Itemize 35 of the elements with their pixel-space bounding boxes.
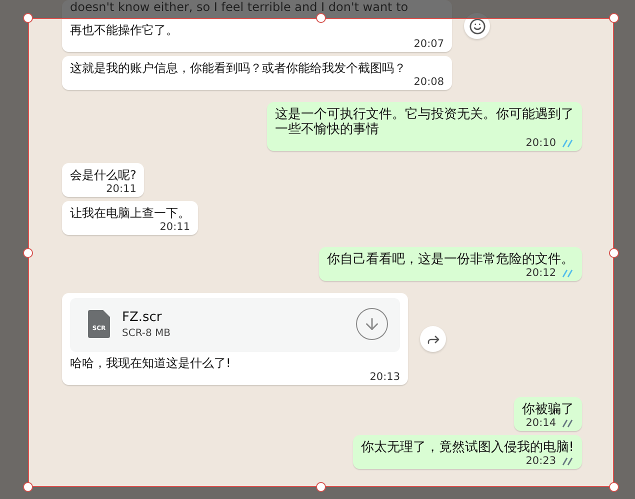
emoji-button[interactable]	[464, 13, 490, 39]
message-time: 20:14	[526, 417, 556, 429]
resize-handle[interactable]	[609, 482, 619, 492]
message-text: 哈哈，我现在知道这是什么了!	[70, 356, 232, 371]
resize-handle[interactable]	[23, 13, 33, 23]
message-text: 这是一个可执行文件。它与投资无关。你可能遇到了	[275, 107, 574, 122]
message-time: 20:08	[414, 76, 444, 88]
message-time: 20:12	[526, 267, 556, 279]
resize-handle[interactable]	[23, 248, 33, 258]
resize-handle[interactable]	[23, 482, 33, 492]
message-text: 一些不愉快的事情	[275, 122, 380, 137]
message-text: doesn't know either, so I feel terrible and I don't want to	[70, 0, 410, 15]
message-text: 让我在电脑上查一下。	[70, 206, 190, 221]
message-text: 再也不能操作它了。	[70, 23, 179, 38]
message-time: 20:11	[106, 183, 136, 195]
forward-button[interactable]	[420, 326, 446, 352]
message-time: 20:23	[526, 455, 556, 467]
message-time: 20:10	[526, 137, 556, 149]
message-text: 你被骗了	[522, 402, 574, 417]
message-time: 20:07	[414, 38, 444, 50]
message-text: 你太无理了，竟然试图入侵我的电脑!	[360, 440, 574, 455]
message-text: 会是什么呢?	[70, 168, 136, 183]
message-text: 你自己看看吧，这是一份非常危险的文件。	[327, 252, 574, 267]
document-icon	[88, 310, 110, 338]
resize-handle[interactable]	[316, 482, 326, 492]
download-button[interactable]	[356, 308, 388, 340]
file-size: SCR-8 MB	[122, 328, 172, 338]
smiley-icon	[468, 18, 486, 34]
resize-handle[interactable]	[609, 13, 619, 23]
message-time: 20:11	[160, 221, 190, 233]
download-icon	[363, 315, 381, 333]
message-text: 这就是我的账户信息，你能看到吗？或者你能给我发个截图吗？	[70, 61, 407, 76]
file-name: FZ.scr	[122, 310, 163, 324]
resize-handle[interactable]	[609, 248, 619, 258]
message-time: 20:13	[370, 371, 400, 383]
